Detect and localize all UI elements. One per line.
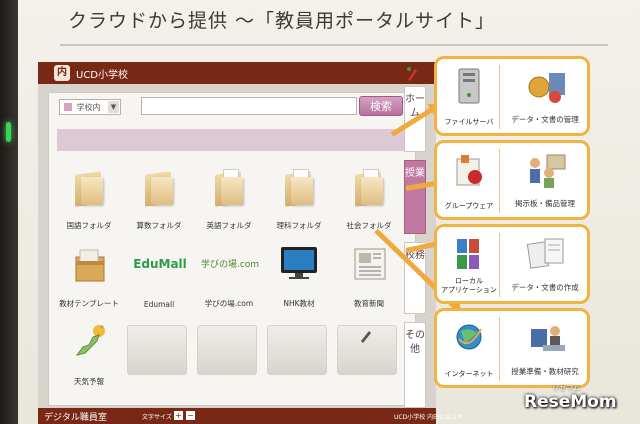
tile-math-folder[interactable]: 算数フォルダ bbox=[127, 161, 191, 231]
teacher-portal-window: 内 UCD小学校 学校内 ▼ 検索 国語フォルダ 算数フォルダ 英語フォルダ 理… bbox=[38, 62, 436, 412]
chevron-down-icon: ▼ bbox=[108, 101, 119, 113]
document-creation-icon bbox=[526, 238, 564, 269]
folder-icon bbox=[285, 169, 315, 207]
service-right-label: 授業準備・教材研究 bbox=[511, 367, 579, 376]
tile-nhk[interactable]: NHK教材 bbox=[267, 239, 331, 309]
service-right-label: データ・文書の管理 bbox=[511, 115, 579, 124]
tile-label: Edumall bbox=[143, 300, 175, 309]
tile-weather[interactable]: 天気予報 bbox=[57, 317, 121, 387]
font-decrease-button[interactable]: − bbox=[186, 411, 195, 420]
document-management-icon bbox=[528, 73, 565, 103]
title-divider bbox=[60, 44, 608, 46]
presentation-slide: クラウドから提供 〜「教員用ポータルサイト」 内 UCD小学校 学校内 ▼ 検索… bbox=[0, 0, 640, 424]
school-name: UCD小学校 bbox=[76, 70, 129, 81]
tile-edumall[interactable]: EduMall Edumall bbox=[127, 239, 191, 309]
tile-japanese-folder[interactable]: 国語フォルダ bbox=[57, 161, 121, 231]
tile-label: NHK教材 bbox=[283, 299, 315, 308]
newspaper-icon bbox=[354, 248, 386, 280]
service-left-label: ローカル アプリケーション bbox=[441, 277, 497, 294]
service-left-label: ファイルサーバ bbox=[444, 118, 494, 126]
service-local-apps[interactable]: ローカル アプリケーション データ・文書の作成 bbox=[434, 224, 590, 304]
tile-social-folder[interactable]: 社会フォルダ bbox=[337, 161, 401, 231]
tile-label: 理科フォルダ bbox=[276, 221, 322, 230]
service-right-label: 掲示板・備品管理 bbox=[515, 199, 575, 208]
box-icon bbox=[75, 249, 105, 282]
tile-manabi[interactable]: 学びの場.com 学びの場.com bbox=[197, 239, 261, 309]
service-left-label: グループウェア bbox=[444, 202, 494, 210]
tile-label: 教育新聞 bbox=[354, 299, 384, 308]
folder-icon bbox=[145, 169, 175, 207]
search-results-band bbox=[57, 129, 407, 151]
tile-label: 教材テンプレート bbox=[59, 299, 119, 308]
tab-other[interactable]: その他 bbox=[404, 322, 426, 408]
manabi-logo: 学びの場.com bbox=[200, 260, 260, 270]
app-name: デジタル職員室 bbox=[44, 413, 107, 423]
projector-bezel bbox=[0, 0, 18, 424]
empty-tile[interactable] bbox=[337, 325, 397, 375]
slide-title: クラウドから提供 〜「教員用ポータルサイト」 bbox=[68, 10, 496, 32]
lesson-prep-icon bbox=[531, 326, 565, 351]
service-internet[interactable]: インターネット 授業準備・教材研究 bbox=[434, 308, 590, 388]
status-bar: デジタル職員室 文字サイズ + − UCD小学校 内田ヒロユキ bbox=[38, 408, 463, 424]
folder-icon bbox=[215, 169, 245, 207]
tile-label: 算数フォルダ bbox=[136, 221, 182, 230]
empty-tile[interactable] bbox=[127, 325, 187, 375]
bulletin-board-icon bbox=[530, 154, 566, 188]
tile-english-folder[interactable]: 英語フォルダ bbox=[197, 161, 261, 231]
globe-icon bbox=[456, 324, 482, 350]
tile-science-folder[interactable]: 理科フォルダ bbox=[267, 161, 331, 231]
power-led-icon bbox=[6, 122, 11, 142]
font-size-label: 文字サイズ bbox=[142, 414, 172, 421]
app-header: 内 UCD小学校 bbox=[38, 62, 436, 84]
local-app-icon bbox=[457, 239, 479, 269]
service-file-server[interactable]: ファイルサーバ データ・文書の管理 bbox=[434, 56, 590, 136]
search-scope-label: 学校内 bbox=[76, 103, 101, 112]
pen-icon bbox=[361, 331, 371, 343]
tv-icon bbox=[281, 247, 317, 279]
empty-tile[interactable] bbox=[267, 325, 327, 375]
service-groupware[interactable]: グループウェア 掲示板・備品管理 bbox=[434, 140, 590, 220]
tab-classes[interactable]: 授業 bbox=[404, 160, 426, 234]
empty-tile[interactable] bbox=[197, 325, 257, 375]
tile-label: 天気予報 bbox=[74, 377, 104, 386]
japan-map-icon bbox=[75, 325, 105, 356]
font-increase-button[interactable]: + bbox=[174, 411, 183, 420]
scope-icon bbox=[64, 103, 72, 111]
tile-material-template[interactable]: 教材テンプレート bbox=[57, 239, 121, 309]
tile-label: 英語フォルダ bbox=[206, 221, 252, 230]
user-name: UCD小学校 内田ヒロユキ bbox=[394, 414, 464, 421]
search-input[interactable] bbox=[141, 97, 357, 115]
edumall-logo: EduMall bbox=[133, 257, 187, 271]
service-right-label: データ・文書の作成 bbox=[511, 283, 579, 292]
edit-icon bbox=[407, 67, 417, 81]
service-left-label: インターネット bbox=[444, 370, 494, 378]
portal-content: 学校内 ▼ 検索 国語フォルダ 算数フォルダ 英語フォルダ 理科フォルダ 社会フ… bbox=[48, 92, 416, 406]
search-button[interactable]: 検索 bbox=[359, 96, 403, 116]
school-logo-icon: 内 bbox=[54, 65, 70, 81]
tile-label: 学びの場.com bbox=[204, 299, 254, 308]
watermark-logo: ReseMom bbox=[524, 392, 617, 412]
tile-label: 国語フォルダ bbox=[66, 221, 112, 230]
groupware-icon bbox=[456, 155, 482, 186]
search-scope-select[interactable]: 学校内 ▼ bbox=[59, 99, 121, 115]
tile-label: 社会フォルダ bbox=[346, 221, 392, 230]
folder-icon bbox=[75, 169, 105, 207]
folder-icon bbox=[355, 169, 385, 207]
server-icon bbox=[458, 68, 480, 104]
